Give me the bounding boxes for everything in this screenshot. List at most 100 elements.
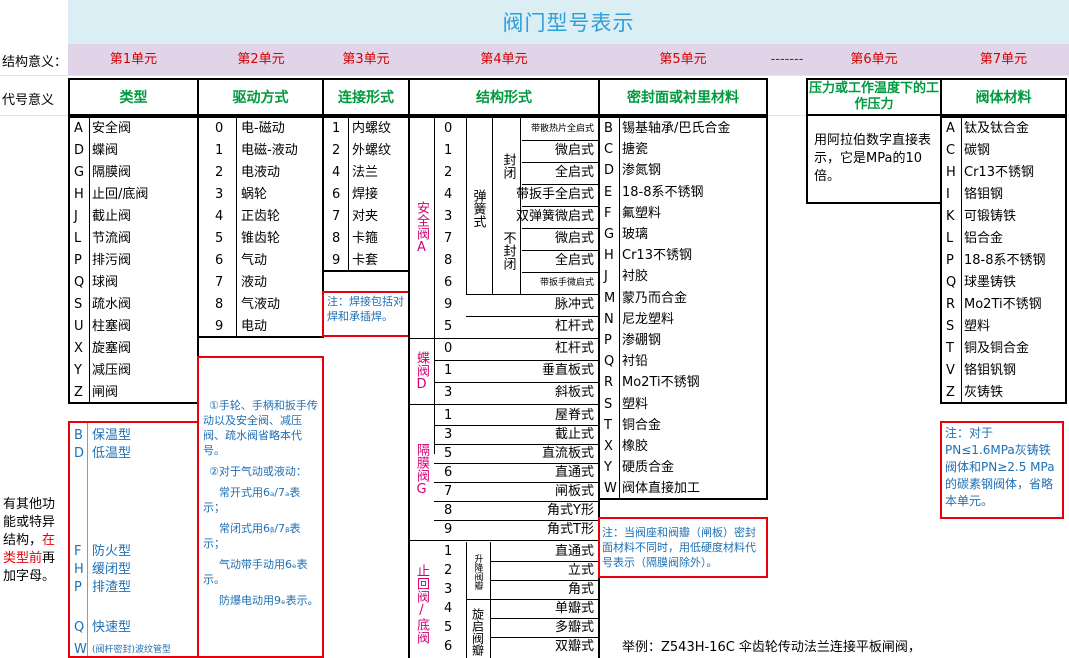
conn-name: 卡套 (352, 253, 379, 268)
type-code: D (74, 143, 85, 158)
body-material-name: Cr13不锈钢 (964, 165, 1034, 180)
butterfly-row: 1 垂直板式 (410, 360, 598, 382)
seal-note: 注：当阀座和阀瓣（闸板）密封面材料不同时，用低硬度材料代号表示（隔膜阀除外）。 (598, 517, 768, 578)
safety-row-code: 8 (444, 253, 453, 268)
drive-divider (199, 228, 322, 229)
body-material-divider (942, 162, 1065, 163)
safety-row: 2 全启式 (410, 162, 598, 184)
seal-code: T (604, 417, 612, 433)
type-divider (70, 338, 197, 339)
conn-name: 卡箍 (352, 231, 379, 246)
header-type: 类型 (68, 78, 199, 116)
type-divider (70, 360, 197, 361)
seal-name: 锡基轴承/巴氏合金 (622, 121, 731, 136)
conn-code: 9 (332, 253, 341, 268)
body-material-name: 灰铸铁 (964, 385, 1004, 400)
check-row-code: 6 (444, 639, 453, 654)
drive-name: 电-磁动 (241, 121, 285, 136)
header-seal: 密封面或衬里材料 (598, 78, 768, 116)
drive-row: 7 液动 (199, 272, 322, 294)
type-divider (70, 294, 197, 295)
type-extra-name: (阀杆密封)波纹管型 (92, 645, 172, 655)
diaphragm-row: 3 截止式 (410, 425, 598, 444)
body-material-row: Z 灰铸铁 (942, 382, 1065, 404)
safety-row-name: 带扳手全启式 (515, 187, 594, 202)
seal-row: D 渗氮钢 (600, 160, 766, 181)
body-material-code: V (946, 363, 955, 378)
type-extra-box: B 保温型 D 低温型 F 防火型 H 缓闭型 P 排渣型 Q 快速型 W (阀杆密封)波纹管型 (68, 421, 199, 658)
safety-row-code: 6 (444, 275, 453, 290)
seal-name: 衬铅 (622, 354, 649, 370)
seal-name: 渗硼钢 (622, 333, 662, 348)
drive-row: 0 电-磁动 (199, 118, 322, 140)
safety-row: 4 带扳手全启式 (410, 184, 598, 206)
diaphragm-end (410, 540, 598, 541)
seal-name: 硬质合金 (622, 460, 675, 476)
safety-row-code: 2 (444, 165, 453, 180)
seal-name: 渗氮钢 (622, 163, 662, 179)
type-code: X (74, 341, 83, 356)
safety-row-name: 微启式 (554, 231, 594, 246)
type-row: P 排污阀 (70, 250, 197, 272)
safety-row-name: 全启式 (554, 253, 594, 268)
type-code: Y (74, 363, 82, 378)
seal-row: M 蒙乃而合金 (600, 288, 766, 309)
diaphragm-row-code: 9 (444, 522, 453, 537)
butterfly-row-name: 斜板式 (554, 385, 594, 400)
type-name: 旋塞阀 (92, 341, 132, 356)
diaphragm-row-code: 3 (444, 427, 453, 442)
seal-row: G 玻璃 (600, 224, 766, 245)
conn-row: 8 卡箍 (324, 228, 408, 250)
body-material-divider (942, 184, 1065, 185)
drive-code: 2 (215, 165, 224, 180)
unit-3: 第3单元 (342, 52, 390, 67)
diaphragm-row-name: 直流板式 (541, 446, 594, 461)
body-material-row: A 钛及钛合金 (942, 118, 1065, 140)
body-material-divider (942, 250, 1065, 251)
type-extra-name: 低温型 (92, 446, 132, 461)
body-material-name: 18-8系不锈钢 (964, 253, 1046, 268)
type-row: A 安全阀 (70, 118, 197, 140)
safety-row-name: 微启式 (554, 143, 594, 158)
type-extra-code: D (74, 446, 85, 461)
seal-divider (600, 160, 766, 161)
body-material-row: K 可锻铸铁 (942, 206, 1065, 228)
body-material-divider (942, 140, 1065, 141)
seal-divider (600, 351, 766, 352)
header-body: 阀体材料 (940, 78, 1067, 116)
seal-row: F 氟塑料 (600, 203, 766, 224)
conn-row: 9 卡套 (324, 250, 408, 272)
conn-divider (324, 250, 408, 251)
body-material-name: 可锻铸铁 (964, 209, 1017, 224)
structure-divider (466, 294, 598, 295)
type-extra-code: B (74, 428, 83, 443)
check-row: 1 直通式 (410, 542, 598, 561)
structure-divider (522, 162, 598, 163)
drive-name: 电液动 (241, 165, 281, 180)
seal-name: 搪瓷 (622, 142, 649, 158)
safety-row: 7 微启式 (410, 228, 598, 250)
type-row: J 截止阀 (70, 206, 197, 228)
seal-code: Y (604, 460, 612, 476)
safety-row: 9 脉冲式 (410, 294, 598, 316)
drive-note-line: 常开式用6ₐ/7ₐ表示； (203, 486, 301, 514)
type-code: H (74, 187, 84, 202)
conn-code: 1 (332, 121, 341, 136)
drive-row: 8 气液动 (199, 294, 322, 316)
conn-row: 7 对夹 (324, 206, 408, 228)
type-row: D 蝶阀 (70, 140, 197, 162)
conn-divider (324, 140, 408, 141)
safety-row: 5 杠杆式 (410, 316, 598, 338)
seal-divider (600, 436, 766, 437)
seal-divider (600, 224, 766, 225)
body-material-row: I 铬钼钢 (942, 184, 1065, 206)
diaphragm-row-code: 5 (444, 446, 453, 461)
diaphragm-row: 7 闸板式 (410, 482, 598, 501)
butterfly-row: 3 斜板式 (410, 382, 598, 404)
drive-name: 锥齿轮 (241, 231, 281, 246)
body-material-code: C (946, 143, 956, 158)
seal-code: B (604, 121, 613, 136)
unit-7: 第7单元 (979, 52, 1028, 67)
safety-row-code: 4 (444, 187, 453, 202)
body-material-row: H Cr13不锈钢 (942, 162, 1065, 184)
